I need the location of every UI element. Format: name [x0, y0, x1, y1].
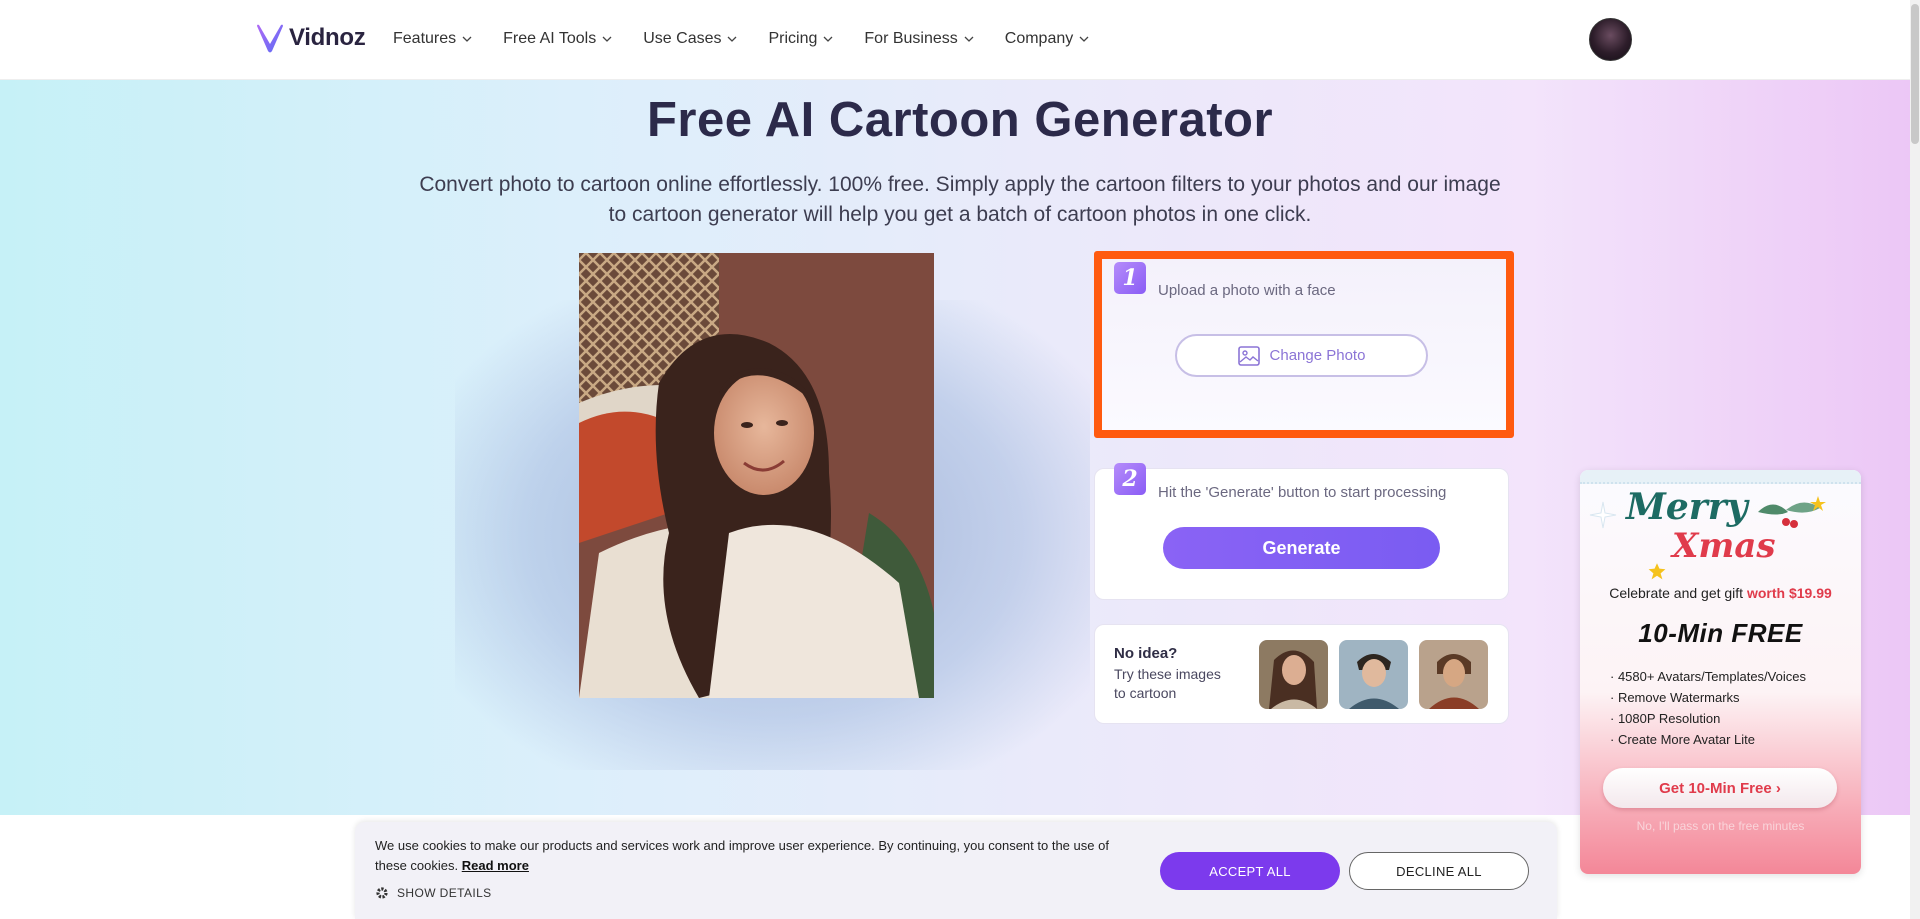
promo-dismiss-link[interactable]: No, I'll pass on the free minutes: [1580, 819, 1861, 833]
read-more-link[interactable]: Read more: [462, 858, 529, 873]
step-1-instruction: Upload a photo with a face: [1158, 282, 1336, 299]
nav-label: Company: [1004, 30, 1074, 47]
promo-merry: Merry: [1626, 486, 1748, 528]
nav-features[interactable]: Features: [393, 30, 472, 48]
nav-label: Use Cases: [643, 30, 722, 47]
get-free-minutes-button[interactable]: Get 10-Min Free ›: [1603, 768, 1837, 808]
nav-label: For Business: [864, 30, 958, 47]
chevron-down-icon: [728, 36, 737, 42]
change-photo-button[interactable]: Change Photo: [1175, 334, 1428, 377]
nav-label: Free AI Tools: [503, 30, 597, 47]
nav-use-cases[interactable]: Use Cases: [643, 30, 737, 48]
step-2-instruction: Hit the 'Generate' button to start proce…: [1158, 484, 1447, 501]
promo-perks: · 4580+ Avatars/Templates/Voices · Remov…: [1610, 666, 1806, 750]
main-nav: Features Free AI Tools Use Cases Pricing…: [393, 30, 1089, 48]
nav-pricing[interactable]: Pricing: [768, 30, 833, 48]
chevron-down-icon: [462, 36, 472, 42]
perk-item: · 1080P Resolution: [1610, 711, 1721, 726]
sample-image-2[interactable]: [1339, 640, 1408, 709]
page-scrollbar[interactable]: [1910, 0, 1920, 919]
logo-text: Vidnoz: [289, 24, 366, 51]
show-details-toggle[interactable]: SHOW DETAILS: [375, 886, 492, 900]
star-icon: [1648, 563, 1666, 580]
scrollbar-thumb[interactable]: [1911, 4, 1919, 144]
promo-headline: 10-Min FREE: [1638, 618, 1803, 648]
promo-celebrate-text: Celebrate and get gift: [1609, 585, 1744, 601]
nav-label: Pricing: [768, 30, 818, 47]
sample-image-3[interactable]: [1419, 640, 1488, 709]
selfie-image: [579, 253, 934, 698]
vidnoz-logo-icon: [257, 24, 283, 53]
chevron-down-icon: [1079, 36, 1089, 42]
promo-xmas: Xmas: [1672, 526, 1776, 566]
perk-item: · 4580+ Avatars/Templates/Voices: [1610, 669, 1806, 684]
sparkle-icon: [1589, 501, 1617, 529]
promo-celebrate: Celebrate and get gift worth $19.99: [1580, 585, 1861, 601]
decline-all-button[interactable]: DECLINE ALL: [1349, 852, 1529, 890]
change-photo-label: Change Photo: [1269, 347, 1366, 364]
step-2-badge: 2: [1114, 463, 1146, 495]
sample-image-1[interactable]: [1259, 640, 1328, 709]
nav-label: Features: [393, 30, 457, 47]
cookie-banner: We use cookies to make our products and …: [355, 822, 1557, 919]
promo-worth: worth $19.99: [1746, 585, 1832, 601]
show-details-label: SHOW DETAILS: [397, 886, 492, 900]
user-avatar[interactable]: [1589, 18, 1632, 61]
page-title: Free AI Cartoon Generator: [646, 93, 1274, 147]
accept-all-button[interactable]: ACCEPT ALL: [1160, 852, 1340, 890]
chevron-down-icon: [602, 36, 612, 42]
vidnoz-logo[interactable]: Vidnoz: [255, 22, 366, 54]
cookie-message: We use cookies to make our products and …: [375, 836, 1135, 876]
image-icon: [1237, 345, 1260, 366]
gear-icon: [376, 887, 388, 899]
chevron-down-icon: [964, 36, 974, 42]
samples-text: Try these images to cartoon: [1114, 666, 1221, 701]
page-subtitle: Convert photo to cartoon online effortle…: [419, 173, 1501, 226]
nav-for-business[interactable]: For Business: [864, 30, 974, 48]
site-header: Vidnoz Features Free AI Tools Use Cases …: [0, 0, 1920, 80]
samples-title: No idea?: [1114, 645, 1178, 662]
xmas-promo-popup: Merry Xmas Celebrate and get gift worth …: [1580, 470, 1861, 874]
nav-company[interactable]: Company: [1005, 30, 1089, 48]
step-1-badge: 1: [1114, 262, 1146, 294]
generate-button[interactable]: Generate: [1163, 527, 1440, 569]
uploaded-photo: [579, 253, 934, 698]
perk-item: · Create More Avatar Lite: [1610, 732, 1755, 747]
chevron-down-icon: [823, 36, 833, 42]
perk-item: · Remove Watermarks: [1610, 690, 1740, 705]
snow-decoration: [1580, 470, 1861, 484]
nav-free-ai-tools[interactable]: Free AI Tools: [503, 30, 612, 48]
